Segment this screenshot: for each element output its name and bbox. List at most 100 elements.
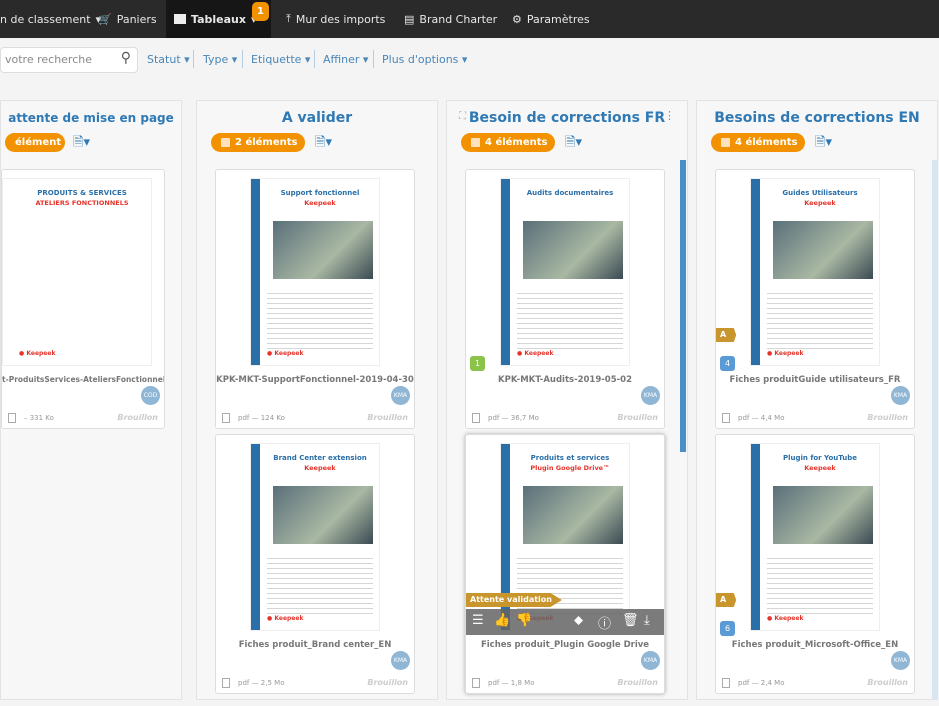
asset-card[interactable]: Plugin for YouTube Keepeek ● Keepeek Fiches… — [715, 434, 915, 694]
file-size: pdf — 4,4 Mo — [738, 414, 785, 422]
select-all-pill[interactable]: élément — [5, 133, 65, 152]
tag-label: A — [716, 328, 737, 342]
nav-mur-imports[interactable]: ⤒ Mur des imports — [286, 0, 385, 38]
asset-card[interactable]: Brand Center extension Keepeek ● Keepeek Fi… — [215, 434, 415, 694]
thumbnail-image — [773, 486, 873, 544]
scrollbar[interactable] — [932, 160, 938, 700]
add-document-button[interactable]: 🗎▾ — [565, 133, 582, 155]
thumbnail-title: Brand Center extension — [273, 454, 367, 462]
file-info: pdf — 2,5 Mo — [222, 678, 284, 688]
file-icon — [722, 678, 730, 688]
add-document-button[interactable]: 🗎▾ — [73, 133, 90, 155]
select-checkbox[interactable] — [471, 138, 480, 147]
nav-brand-charter[interactable]: ▤ Brand Charter — [404, 0, 497, 38]
keepeek-logo: ● Keepeek — [267, 615, 304, 622]
thumbnail-title: PRODUITS & SERVICES — [37, 189, 127, 197]
user-avatar: KMA — [891, 651, 910, 670]
file-info: pdf — 2,4 Mo — [722, 678, 784, 688]
keepeek-logo: ● Keepeek — [267, 350, 304, 357]
keepeek-logo: ● Keepeek — [767, 615, 804, 622]
select-all-pill[interactable]: 4 éléments — [461, 133, 555, 152]
filter-type[interactable]: Type ▾ — [203, 53, 237, 66]
thumbs-down-icon[interactable]: 👎 — [516, 613, 532, 628]
file-icon — [222, 678, 230, 688]
divider — [193, 50, 194, 68]
document-thumbnail[interactable]: Audits documentaires ● Keepeek — [500, 178, 630, 366]
tag-label: A — [716, 593, 737, 607]
file-size: pdf — 2,5 Mo — [238, 679, 285, 687]
nav-paniers[interactable]: 🛒 Paniers — [98, 0, 157, 38]
file-info: pdf — 36,7 Mo — [472, 413, 539, 423]
info-icon[interactable]: ⓘ — [598, 613, 611, 632]
filter-etiquette[interactable]: Etiquette ▾ — [251, 53, 310, 66]
file-size: pdf — 1,8 Mo — [488, 679, 535, 687]
nav-label: n de classement — [0, 12, 91, 26]
expand-icon[interactable]: ⛶ — [459, 111, 466, 122]
asset-card[interactable]: Audits documentaires ● Keepeek KPK-MKT-Aud… — [465, 169, 665, 429]
column-title: attente de mise en page — [8, 111, 174, 125]
filter-bar: votre recherche ⚲ Statut ▾ Type ▾ Etiquet… — [0, 40, 939, 80]
board-column: Besoins de corrections EN 4 éléments 🗎▾ Gui… — [696, 100, 938, 700]
document-thumbnail[interactable]: Plugin for YouTube Keepeek ● Keepeek — [750, 443, 880, 631]
thumbnail-strip — [751, 179, 760, 365]
status-text: Brouillon — [867, 413, 908, 422]
trash-icon[interactable]: 🗑 — [622, 613, 639, 628]
document-thumbnail[interactable]: PRODUITS & SERVICES ATELIERS FONCTIONNELS… — [2, 178, 152, 366]
user-avatar: KMA — [391, 386, 410, 405]
thumbnail-subtitle: Keepeek — [304, 464, 336, 472]
select-all-pill[interactable]: 4 éléments — [711, 133, 805, 152]
card-action-bar: ☰ 👍 👎 ⬥ ⓘ 🗑 ⤓ — [466, 609, 664, 635]
status-text: Brouillon — [617, 678, 658, 687]
filter-affiner[interactable]: Affiner ▾ — [323, 53, 368, 66]
document-thumbnail[interactable]: Support fonctionnel Keepeek ● Keepeek — [250, 178, 380, 366]
select-all-pill[interactable]: 2 éléments — [211, 133, 305, 152]
search-icon[interactable]: ⚲ — [121, 50, 131, 66]
thumbnail-title: Produits et services — [530, 454, 610, 462]
filter-label: Etiquette — [251, 53, 302, 66]
select-checkbox[interactable] — [721, 138, 730, 147]
filter-plus-options[interactable]: Plus d'options ▾ — [382, 53, 467, 66]
file-icon — [8, 413, 16, 423]
user-avatar: COD — [141, 386, 160, 405]
file-size: pdf — 36,7 Mo — [488, 414, 539, 422]
select-checkbox[interactable] — [221, 138, 230, 147]
scrollbar[interactable] — [680, 160, 686, 452]
board-column: A valider 2 éléments 🗎▾ Support fonctionnel… — [196, 100, 438, 700]
thumbs-up-icon[interactable]: 👍 — [494, 613, 510, 628]
thumbnail-text — [517, 289, 623, 349]
nav-classement[interactable]: n de classement ▾ — [0, 0, 101, 38]
version-badge: 1 — [470, 356, 485, 371]
nav-label: Brand Charter — [419, 12, 498, 26]
asset-card[interactable]: PRODUITS & SERVICES ATELIERS FONCTIONNELS… — [1, 169, 165, 429]
add-document-button[interactable]: 🗎▾ — [315, 133, 332, 155]
document-thumbnail[interactable]: Brand Center extension Keepeek ● Keepeek — [250, 443, 380, 631]
asset-card[interactable]: Guides Utilisateurs Keepeek ● Keepeek Fiche… — [715, 169, 915, 429]
asset-card[interactable]: Support fonctionnel Keepeek ● Keepeek KPK-M… — [215, 169, 415, 429]
status-text: Brouillon — [367, 413, 408, 422]
download-icon[interactable]: ⤓ — [644, 613, 650, 628]
asset-card[interactable]: Produits et services Plugin Google Drive™… — [465, 434, 665, 694]
element-count: 4 éléments — [735, 137, 798, 148]
thumbnail-text — [767, 554, 873, 614]
add-document-button[interactable]: 🗎▾ — [815, 133, 832, 155]
thumbnail-strip — [251, 179, 260, 365]
nav-parametres[interactable]: ⚙ Paramètres — [512, 0, 590, 38]
file-info: pdf — 124 Ko — [222, 413, 285, 423]
divider — [314, 50, 315, 68]
thumbnail-strip — [251, 444, 260, 630]
comment-icon[interactable]: ☰ — [472, 613, 484, 628]
filter-label: Type — [203, 53, 229, 66]
thumbnail-subtitle: Keepeek — [804, 199, 836, 207]
document-thumbnail[interactable]: Guides Utilisateurs Keepeek ● Keepeek — [750, 178, 880, 366]
tag-icon[interactable]: ⬥ — [574, 613, 583, 628]
filter-statut[interactable]: Statut ▾ — [147, 53, 190, 66]
more-icon[interactable]: ⋮ — [664, 109, 675, 122]
filter-label: Statut — [147, 53, 181, 66]
file-icon — [222, 413, 230, 423]
element-count: 2 éléments — [235, 137, 298, 148]
thumbnail-text — [267, 289, 373, 349]
asset-name: Fiches produitGuide utilisateurs_FR — [729, 375, 901, 385]
thumbnail-title: Audits documentaires — [526, 189, 614, 197]
thumbnail-title: Plugin for YouTube — [782, 454, 858, 462]
search-input[interactable]: votre recherche ⚲ — [0, 47, 138, 73]
